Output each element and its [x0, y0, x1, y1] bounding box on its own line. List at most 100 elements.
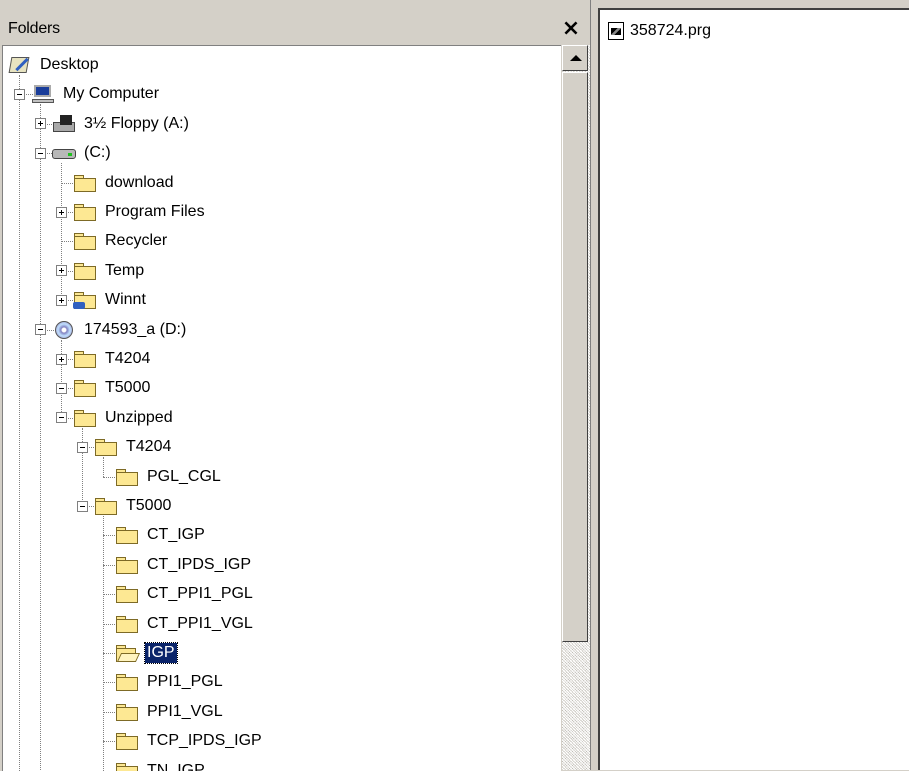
tree-item[interactable]: Temp [56, 257, 146, 285]
tree-item[interactable]: PPI1_PGL [98, 668, 225, 696]
tree-item-label: 174593_a (D:) [82, 320, 188, 340]
tree-item-label: TCP_IPDS_IGP [145, 731, 264, 751]
scroll-thumb[interactable] [562, 72, 588, 642]
folder-icon [73, 231, 97, 251]
folders-pane: Folders × Desktop My Computer 3½ Floppy (A… [0, 0, 590, 770]
folder-icon [115, 672, 139, 692]
tree-item[interactable]: CT_IPDS_IGP [98, 551, 253, 579]
expand-plus-icon[interactable] [56, 354, 67, 365]
tree-item[interactable]: Unzipped [56, 404, 175, 432]
tree-item[interactable]: Program Files [56, 198, 207, 226]
tree-item-label: Desktop [38, 55, 101, 75]
tree-item[interactable]: CT_IGP [98, 521, 207, 549]
vertical-scrollbar[interactable] [562, 45, 590, 770]
tree-item-label: Unzipped [103, 408, 175, 428]
tree-guide-line [40, 104, 41, 771]
folder-icon [94, 496, 118, 516]
tree-item[interactable]: My Computer [14, 80, 161, 108]
floppy-drive-icon [52, 114, 76, 134]
tree-item[interactable]: T4204 [56, 345, 152, 373]
hard-drive-icon [52, 143, 76, 163]
folder-icon [73, 261, 97, 281]
tree-item[interactable]: PGL_CGL [98, 463, 223, 491]
tree-guide-line [19, 75, 20, 771]
folder-icon [73, 378, 97, 398]
tree-item-label: TN_IGP [145, 761, 207, 771]
collapse-minus-icon[interactable] [56, 412, 67, 423]
desktop-icon [8, 55, 32, 75]
tree-item-label: T4204 [124, 437, 173, 457]
tree-item[interactable]: Desktop [8, 51, 101, 79]
tree-item-label: CT_PPI1_PGL [145, 584, 255, 604]
scroll-up-arrow-icon[interactable] [562, 45, 588, 71]
tree-item-label: CT_IPDS_IGP [145, 555, 253, 575]
collapse-minus-icon[interactable] [77, 442, 88, 453]
shared-folder-icon [73, 290, 97, 310]
collapse-minus-icon[interactable] [56, 383, 67, 394]
tree-item[interactable]: 174593_a (D:) [35, 316, 188, 344]
tree-item-label: Temp [103, 261, 146, 281]
tree-item-label: Recycler [103, 231, 169, 251]
folders-pane-header: Folders × [0, 0, 590, 40]
folder-icon [115, 525, 139, 545]
folder-icon [115, 702, 139, 722]
tree-item-label: CT_PPI1_VGL [145, 614, 255, 634]
tree-item[interactable]: CT_PPI1_PGL [98, 580, 255, 608]
tree-item-label: Winnt [103, 290, 148, 310]
tree-item-label: T5000 [103, 378, 152, 398]
tree-item[interactable]: TCP_IPDS_IGP [98, 727, 264, 755]
tree-item[interactable]: PPI1_VGL [98, 698, 225, 726]
file-list-pane[interactable]: 358724.prg [598, 8, 909, 770]
tree-item[interactable]: CT_PPI1_VGL [98, 610, 255, 638]
collapse-minus-icon[interactable] [77, 501, 88, 512]
collapse-minus-icon[interactable] [14, 89, 25, 100]
collapse-minus-icon[interactable] [35, 324, 46, 335]
expand-plus-icon[interactable] [35, 118, 46, 129]
folder-tree[interactable]: Desktop My Computer 3½ Floppy (A:) (C:) down… [2, 45, 561, 771]
tree-item-label: T5000 [124, 496, 173, 516]
folder-icon [115, 761, 139, 771]
expand-plus-icon[interactable] [56, 295, 67, 306]
tree-item[interactable]: download [56, 169, 176, 197]
file-name: 358724.prg [630, 22, 711, 40]
tree-item[interactable]: T5000 [77, 492, 173, 520]
cd-drive-icon [52, 320, 76, 340]
close-pane-button[interactable]: × [558, 18, 584, 42]
tree-item[interactable]: Winnt [56, 286, 148, 314]
folder-icon [73, 408, 97, 428]
collapse-minus-icon[interactable] [35, 148, 46, 159]
expand-plus-icon[interactable] [56, 207, 67, 218]
folder-icon [115, 614, 139, 634]
folder-icon [73, 349, 97, 369]
tree-item-label: PPI1_VGL [145, 702, 225, 722]
program-file-icon [608, 22, 624, 40]
tree-item-label: CT_IGP [145, 525, 207, 545]
folder-icon [115, 731, 139, 751]
tree-item-label: 3½ Floppy (A:) [82, 114, 191, 134]
tree-item-label: IGP [145, 643, 177, 663]
pane-title: Folders [8, 20, 60, 38]
expand-plus-icon[interactable] [56, 265, 67, 276]
folder-icon [115, 467, 139, 487]
tree-item[interactable]: T4204 [77, 433, 173, 461]
pane-splitter[interactable] [590, 0, 598, 770]
tree-item-label: PPI1_PGL [145, 672, 225, 692]
tree-item-label: Program Files [103, 202, 207, 222]
tree-item[interactable]: (C:) [35, 139, 113, 167]
folder-icon [73, 173, 97, 193]
tree-item[interactable]: Recycler [56, 227, 169, 255]
tree-item[interactable]: TN_IGP [98, 757, 207, 771]
tree-item[interactable]: T5000 [56, 374, 152, 402]
folder-icon [73, 202, 97, 222]
file-item[interactable]: 358724.prg [608, 20, 711, 42]
tree-item[interactable]: 3½ Floppy (A:) [35, 110, 191, 138]
tree-item-label: PGL_CGL [145, 467, 223, 487]
folder-icon [115, 584, 139, 604]
tree-item-label: download [103, 173, 176, 193]
tree-item-label: (C:) [82, 143, 113, 163]
tree-item-label: T4204 [103, 349, 152, 369]
tree-item[interactable]: IGP [98, 639, 177, 667]
tree-item-label: My Computer [61, 84, 161, 104]
folder-icon [115, 555, 139, 575]
open-folder-icon [115, 643, 139, 663]
